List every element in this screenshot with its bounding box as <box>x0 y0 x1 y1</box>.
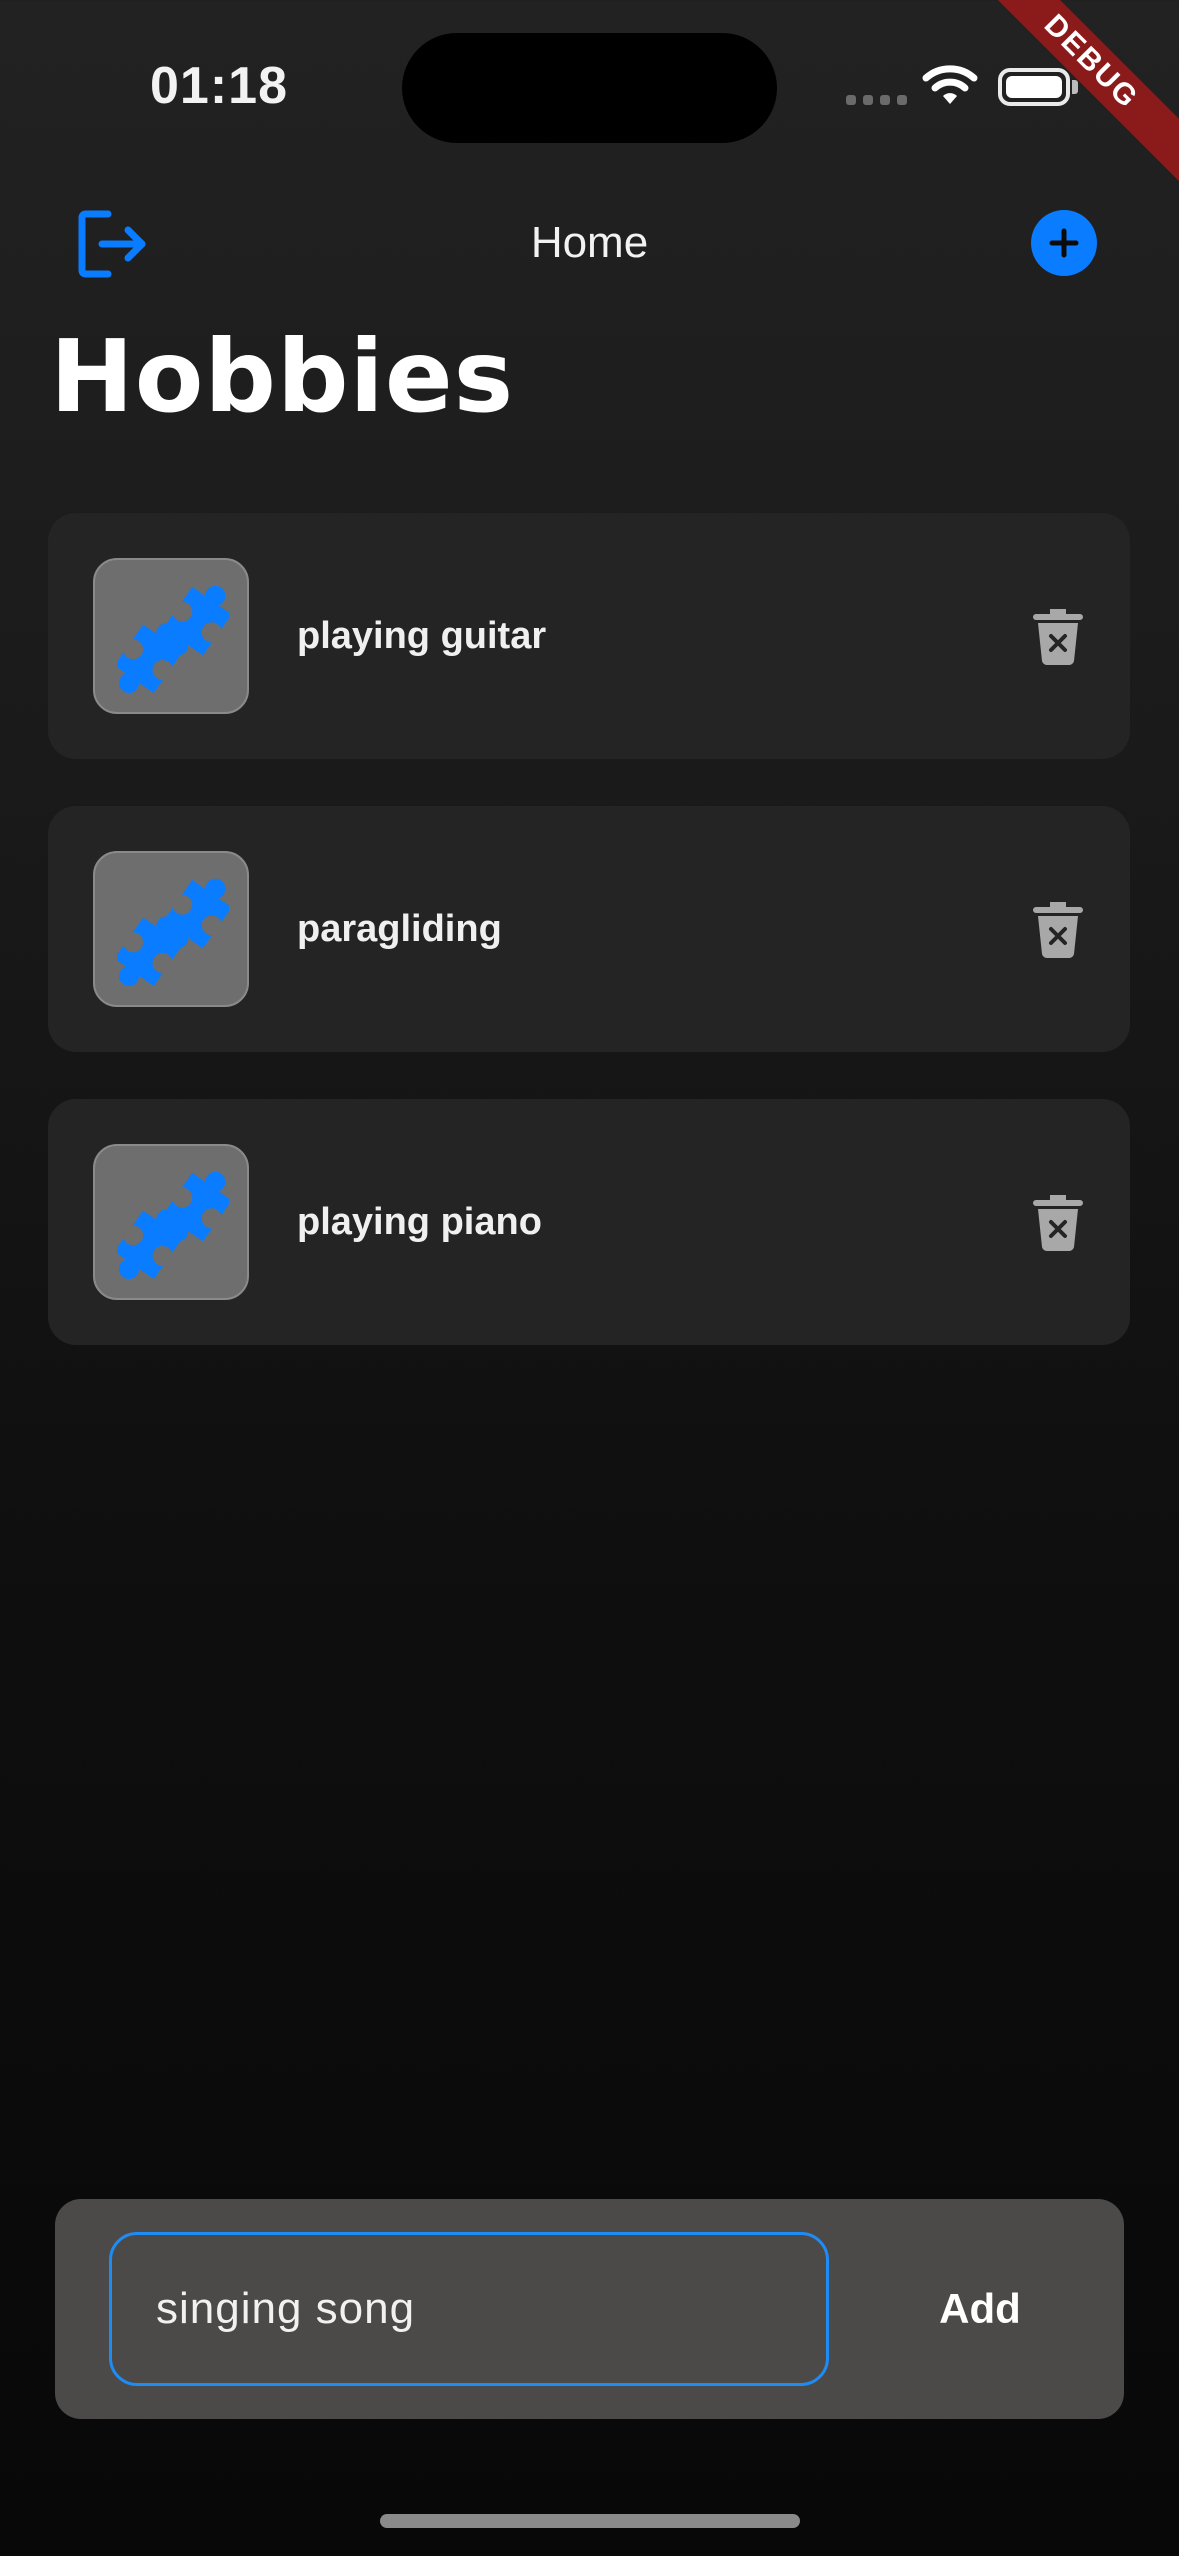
hobby-card[interactable]: playing guitar <box>48 513 1130 759</box>
hobby-label: playing guitar <box>297 615 547 657</box>
home-indicator[interactable] <box>380 2514 800 2528</box>
add-button[interactable]: Add <box>855 2199 1105 2419</box>
cellular-signal-icon <box>846 95 907 105</box>
page-title: Hobbies <box>50 318 515 435</box>
puzzle-icon <box>117 585 229 694</box>
puzzle-icon <box>117 1171 229 1280</box>
add-hobby-button[interactable] <box>1031 210 1097 276</box>
hobby-thumbnail <box>93 558 249 714</box>
hobby-card[interactable]: playing piano <box>48 1099 1130 1345</box>
wifi-icon <box>922 62 978 113</box>
puzzle-icon <box>117 878 229 987</box>
hobby-label: playing piano <box>297 1201 542 1243</box>
nav-title: Home <box>530 218 649 267</box>
trash-icon[interactable] <box>1032 1191 1084 1258</box>
hobby-thumbnail <box>93 1144 249 1300</box>
add-hobby-bar: singing song Add <box>55 2199 1124 2419</box>
dynamic-island <box>402 33 777 143</box>
trash-icon[interactable] <box>1032 605 1084 672</box>
plus-icon <box>1049 228 1079 258</box>
battery-icon <box>998 68 1070 106</box>
hobby-label: paragliding <box>297 908 502 950</box>
trash-icon[interactable] <box>1032 898 1084 965</box>
hobby-card[interactable]: paragliding <box>48 806 1130 1052</box>
hobby-input[interactable]: singing song <box>109 2232 829 2386</box>
status-time: 01:18 <box>150 57 288 115</box>
hobby-thumbnail <box>93 851 249 1007</box>
battery-tip <box>1072 80 1078 94</box>
